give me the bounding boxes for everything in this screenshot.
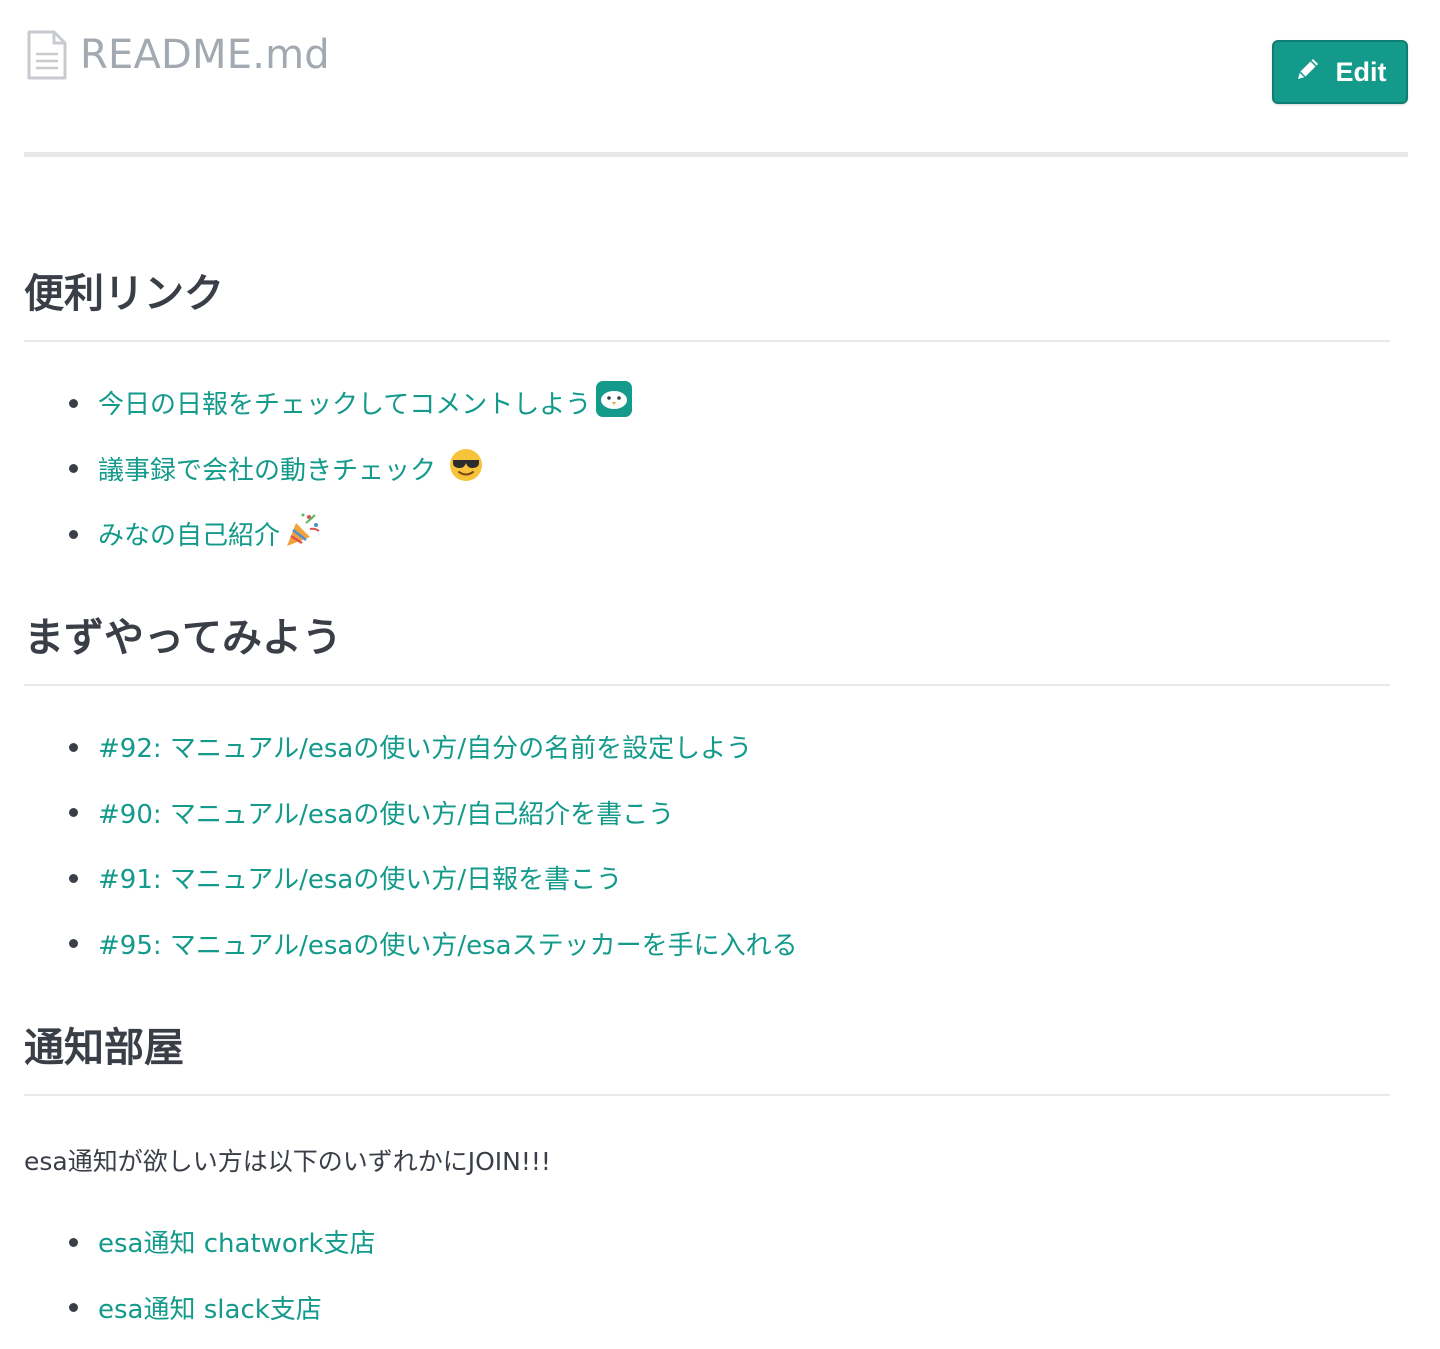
list-item: esa通知 slack支店 [24,1275,376,1341]
section-rule [24,1094,1390,1096]
post-link-92[interactable]: #92: マニュアル/esaの使い方/自分の名前を設定しよう [98,728,752,765]
esa-bird-icon [595,380,633,425]
notification-links-list: esa通知 chatwork支店 esa通知 slack支店 [24,1209,376,1340]
useful-links-list: 今日の日報をチェックしてコメントしよう 議事録で会社の動きチェック みなの自己紹… [24,370,633,567]
pencil-icon [1294,55,1322,90]
header-divider [24,152,1408,157]
edit-button-label: Edit [1335,56,1387,87]
section-heading-first-steps: まずやってみよう [24,615,342,661]
minutes-link[interactable]: 議事録で会社の動きチェック [98,447,484,490]
notification-intro: esa通知が欲しい方は以下のいずれかにJOIN!!! [24,1147,551,1176]
daily-report-link[interactable]: 今日の日報をチェックしてコメントしよう [98,380,633,425]
edit-button[interactable]: Edit [1272,40,1408,104]
document-icon [26,30,68,80]
list-item: #92: マニュアル/esaの使い方/自分の名前を設定しよう [24,714,798,780]
list-item: みなの自己紹介 [24,501,633,567]
post-link-90[interactable]: #90: マニュアル/esaの使い方/自己紹介を書こう [98,794,674,831]
section-heading-links: 便利リンク [24,271,224,317]
post-link-95[interactable]: #95: マニュアル/esaの使い方/esaステッカーを手に入れる [98,925,798,962]
list-item: #91: マニュアル/esaの使い方/日報を書こう [24,845,798,911]
file-header: README.md [26,30,330,80]
file-title: README.md [80,32,330,78]
post-link-91[interactable]: #91: マニュアル/esaの使い方/日報を書こう [98,859,622,896]
slack-link[interactable]: esa通知 slack支店 [98,1289,322,1326]
section-heading-notifications: 通知部屋 [24,1025,184,1071]
self-introduction-link[interactable]: みなの自己紹介 [98,511,322,556]
list-item: 議事録で会社の動きチェック [24,436,633,502]
sunglasses-emoji [448,447,484,490]
section-rule [24,340,1390,342]
first-steps-list: #92: マニュアル/esaの使い方/自分の名前を設定しよう #90: マニュア… [24,714,798,976]
list-item: #90: マニュアル/esaの使い方/自己紹介を書こう [24,780,798,846]
party-popper-emoji [284,511,322,556]
list-item: esa通知 chatwork支店 [24,1209,376,1275]
readme-page: README.md Edit 便利リンク 今日の日報をチェックしてコメントしよう [0,0,1440,1349]
list-item: 今日の日報をチェックしてコメントしよう [24,370,633,436]
section-rule [24,684,1390,686]
chatwork-link[interactable]: esa通知 chatwork支店 [98,1223,376,1260]
list-item: #95: マニュアル/esaの使い方/esaステッカーを手に入れる [24,911,798,977]
